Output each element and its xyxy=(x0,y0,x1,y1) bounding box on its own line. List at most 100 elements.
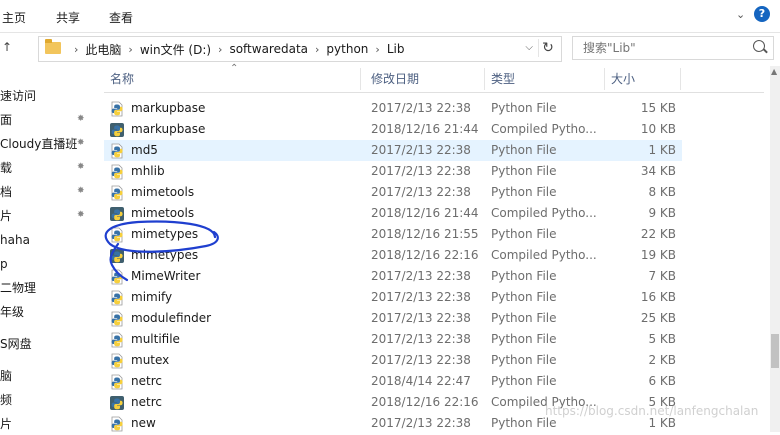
nav-item[interactable]: p xyxy=(0,254,96,274)
scroll-up-icon[interactable]: ▲ xyxy=(771,67,777,76)
nav-item[interactable]: 面 ✸ xyxy=(0,110,96,130)
file-row[interactable]: mhlib 2017/2/13 22:38 Python File 34 KB xyxy=(104,161,682,182)
expand-ribbon-chevron-icon[interactable]: ⌄ xyxy=(736,8,746,21)
nav-item-label: 片 xyxy=(0,209,13,223)
column-header-name[interactable]: 名称 xyxy=(110,66,134,92)
file-type: Compiled Pytho... xyxy=(491,206,597,220)
help-icon[interactable]: ? xyxy=(754,6,770,22)
compiled-python-icon xyxy=(109,248,125,264)
file-type: Python File xyxy=(491,290,557,304)
file-row[interactable]: mimetools 2018/12/16 21:44 Compiled Pytho.… xyxy=(104,203,682,224)
nav-item[interactable]: 片 ✸ xyxy=(0,206,96,226)
file-date-modified: 2017/2/13 22:38 xyxy=(371,185,471,199)
nav-item[interactable]: haha xyxy=(0,230,96,250)
file-size: 9 KB xyxy=(648,206,676,220)
pin-icon: ✸ xyxy=(77,186,85,196)
file-date-modified: 2018/12/16 21:44 xyxy=(371,206,479,220)
breadcrumb-separator-icon[interactable]: › xyxy=(315,43,319,56)
column-header-size[interactable]: 大小 xyxy=(611,66,635,92)
python-file-icon xyxy=(109,227,125,243)
nav-item[interactable]: 档 ✸ xyxy=(0,182,96,202)
breadcrumb: › 此电脑 › win文件 (D:) › softwaredata › pyth… xyxy=(67,41,404,57)
address-dropdown-icon[interactable]: ⌵ xyxy=(525,42,533,53)
file-row[interactable]: md5 2017/2/13 22:38 Python File 1 KB xyxy=(104,140,682,161)
file-row[interactable]: mimetools 2017/2/13 22:38 Python File 8 KB xyxy=(104,182,682,203)
search-input[interactable] xyxy=(581,39,745,57)
file-row[interactable]: markupbase 2018/12/16 21:44 Compiled Pytho… xyxy=(104,119,682,140)
nav-item[interactable]: 频 xyxy=(0,390,96,410)
column-divider[interactable] xyxy=(360,68,361,90)
search-box[interactable] xyxy=(572,36,774,60)
search-icon[interactable] xyxy=(753,40,765,52)
file-type: Python File xyxy=(491,332,557,346)
file-date-modified: 2017/2/13 22:38 xyxy=(371,164,471,178)
nav-item-label: 面 xyxy=(0,113,13,127)
nav-item[interactable]: 片 xyxy=(0,414,96,434)
file-type: Python File xyxy=(491,269,557,283)
file-date-modified: 2017/2/13 22:38 xyxy=(371,311,471,325)
breadcrumb-item-this-pc[interactable]: 此电脑 xyxy=(85,41,121,58)
file-date-modified: 2018/12/16 21:55 xyxy=(371,227,479,241)
breadcrumb-item-softwaredata[interactable]: softwaredata xyxy=(229,42,308,56)
tab-share[interactable]: 共享 xyxy=(56,9,80,26)
vertical-scrollbar[interactable]: ▲ xyxy=(770,66,780,432)
file-row[interactable]: mimetypes 2018/12/16 22:16 Compiled Pytho.… xyxy=(104,245,682,266)
nav-item-label: Cloudy直播班 xyxy=(0,137,78,151)
nav-item[interactable]: 二物理 xyxy=(0,278,96,298)
nav-item[interactable]: 载 ✸ xyxy=(0,158,96,178)
scrollbar-thumb[interactable] xyxy=(771,334,779,368)
nav-item[interactable]: 年级 xyxy=(0,302,96,322)
tab-view[interactable]: 查看 xyxy=(109,9,133,26)
refresh-icon[interactable]: ↻ xyxy=(538,39,557,57)
file-name: netrc xyxy=(131,395,162,409)
file-name: mutex xyxy=(131,353,170,367)
file-row[interactable]: mimetypes 2018/12/16 21:55 Python File 22 K… xyxy=(104,224,682,245)
file-row[interactable]: MimeWriter 2017/2/13 22:38 Python File 7 KB xyxy=(104,266,682,287)
file-row[interactable]: netrc 2018/4/14 22:47 Python File 6 KB xyxy=(104,371,682,392)
column-divider[interactable] xyxy=(484,68,485,90)
file-name: mimetools xyxy=(131,206,195,220)
breadcrumb-item-python[interactable]: python xyxy=(326,42,368,56)
pin-icon: ✸ xyxy=(77,162,85,172)
file-type: Python File xyxy=(491,164,557,178)
nav-item[interactable]: 速访问 xyxy=(0,86,96,106)
column-header-type[interactable]: 类型 xyxy=(491,66,515,92)
file-row[interactable]: modulefinder 2017/2/13 22:38 Python File 25… xyxy=(104,308,682,329)
breadcrumb-separator-icon[interactable]: › xyxy=(128,43,132,56)
file-name: mimetypes xyxy=(131,227,199,241)
sort-ascending-icon: ⌃ xyxy=(230,63,239,74)
breadcrumb-separator-icon[interactable]: › xyxy=(74,43,78,56)
nav-item[interactable]: Cloudy直播班 ✸ xyxy=(0,134,96,154)
nav-item-label: 档 xyxy=(0,185,13,199)
breadcrumb-separator-icon[interactable]: › xyxy=(375,43,379,56)
tab-home[interactable]: 主页 xyxy=(2,9,26,26)
pin-icon: ✸ xyxy=(77,114,85,124)
breadcrumb-item-lib[interactable]: Lib xyxy=(387,42,405,56)
address-bar[interactable]: › 此电脑 › win文件 (D:) › softwaredata › pyth… xyxy=(38,36,562,62)
file-name: multifile xyxy=(131,332,180,346)
python-file-icon xyxy=(109,269,125,285)
file-size: 10 KB xyxy=(640,122,676,136)
column-header-date[interactable]: 修改日期 xyxy=(371,66,419,92)
breadcrumb-item-drive[interactable]: win文件 (D:) xyxy=(140,41,211,58)
nav-item-label: S网盘 xyxy=(0,337,32,351)
column-divider[interactable] xyxy=(604,68,605,90)
file-date-modified: 2017/2/13 22:38 xyxy=(371,101,471,115)
column-divider[interactable] xyxy=(680,68,681,90)
up-arrow-icon[interactable]: ↑ xyxy=(2,40,16,56)
nav-item-label: 片 xyxy=(0,417,13,431)
file-name: mhlib xyxy=(131,164,165,178)
file-size: 6 KB xyxy=(648,374,676,388)
nav-item[interactable]: 脑 xyxy=(0,366,96,386)
file-row[interactable]: markupbase 2017/2/13 22:38 Python File 15 K… xyxy=(104,98,682,119)
nav-item[interactable]: S网盘 xyxy=(0,334,96,354)
breadcrumb-separator-icon[interactable]: › xyxy=(218,43,222,56)
file-type: Compiled Pytho... xyxy=(491,248,597,262)
file-name: markupbase xyxy=(131,122,206,136)
compiled-python-icon xyxy=(109,395,125,411)
file-row[interactable]: mimify 2017/2/13 22:38 Python File 16 KB xyxy=(104,287,682,308)
file-row[interactable]: multifile 2017/2/13 22:38 Python File 5 KB xyxy=(104,329,682,350)
file-size: 22 KB xyxy=(640,227,676,241)
nav-item-label: 速访问 xyxy=(0,89,37,103)
file-row[interactable]: mutex 2017/2/13 22:38 Python File 2 KB xyxy=(104,350,682,371)
